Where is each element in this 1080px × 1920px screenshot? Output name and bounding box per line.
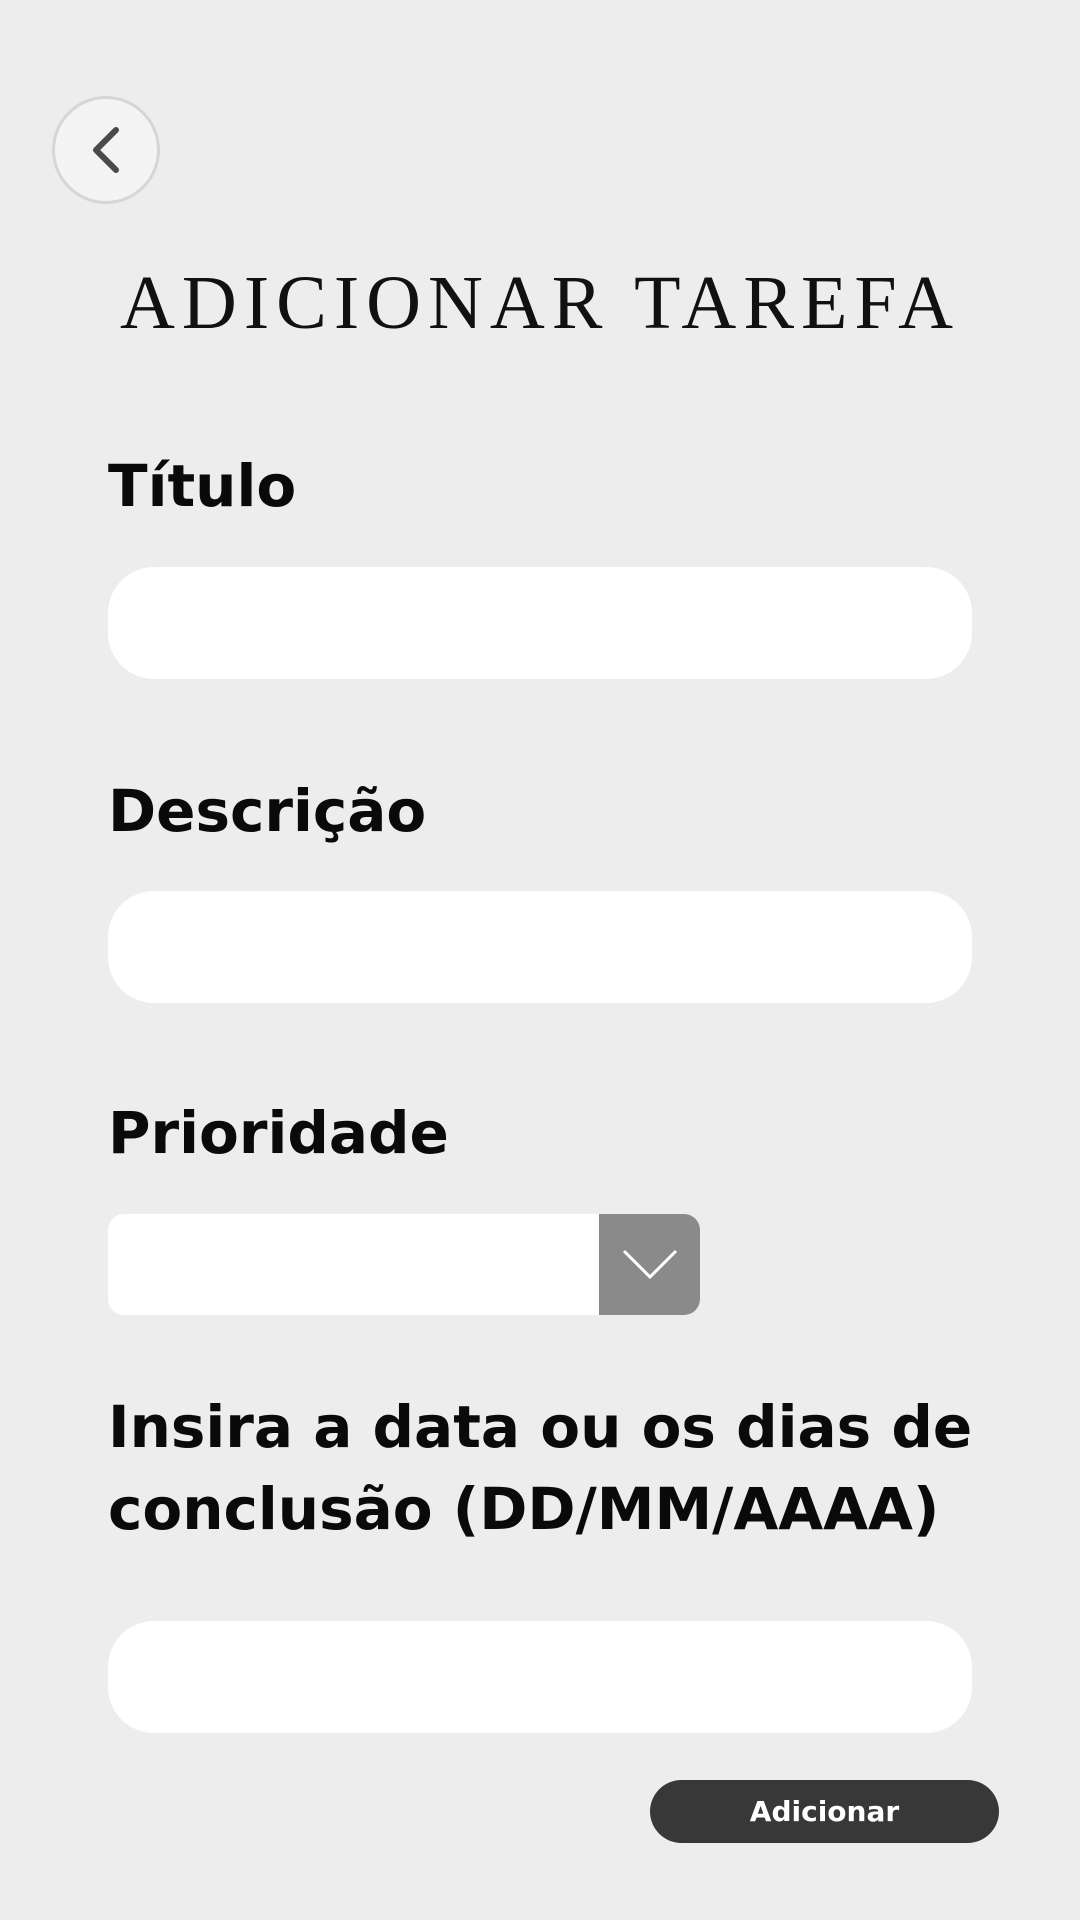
title-input[interactable] bbox=[108, 567, 972, 679]
chevron-down-icon bbox=[622, 1249, 677, 1279]
due-date-input[interactable] bbox=[108, 1621, 972, 1733]
description-input[interactable] bbox=[108, 891, 972, 1003]
priority-dropdown-toggle[interactable] bbox=[599, 1214, 700, 1315]
add-task-button[interactable]: Adicionar bbox=[650, 1780, 999, 1843]
chevron-left-icon bbox=[93, 127, 119, 173]
back-button[interactable] bbox=[52, 96, 160, 204]
due-date-label-line1: Insira a data ou os dias de bbox=[108, 1393, 973, 1461]
priority-select[interactable] bbox=[108, 1214, 700, 1315]
title-field-label: Título bbox=[108, 452, 297, 520]
description-field-label: Descrição bbox=[108, 777, 427, 845]
due-date-field-label: Insira a data ou os dias de conclusão (D… bbox=[108, 1386, 972, 1550]
priority-field-label: Prioridade bbox=[108, 1099, 449, 1167]
page-title: ADICIONAR TAREFA bbox=[120, 261, 960, 345]
due-date-label-line2: conclusão (DD/MM/AAAA) bbox=[108, 1475, 940, 1543]
